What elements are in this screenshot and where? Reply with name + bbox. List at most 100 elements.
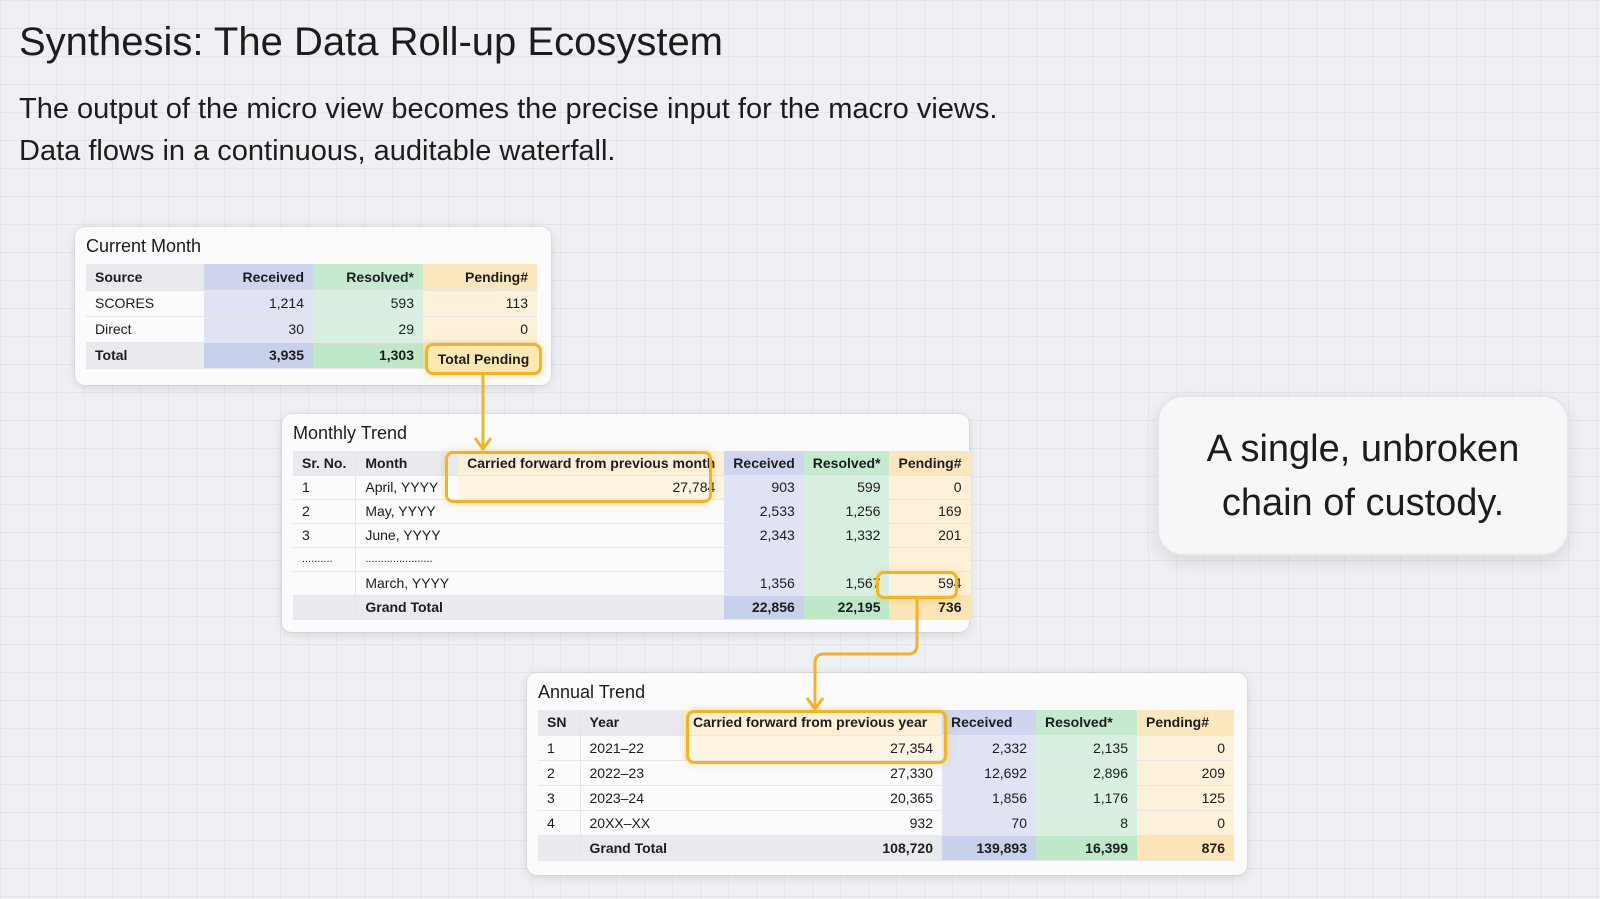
col-header-received: Received — [204, 264, 313, 291]
cell-pending: 594 — [889, 571, 971, 596]
cell-pending: 0 — [1137, 735, 1234, 761]
cell-carried-forward — [458, 571, 725, 596]
cell-received: 1,214 — [204, 290, 313, 317]
cell-month: May, YYYY — [355, 499, 459, 524]
cell-grand-total-label: Grand Total — [355, 595, 459, 620]
cell-sn — [538, 835, 581, 861]
table-row: 1 April, YYYY 27,784 903 599 0 — [293, 475, 971, 500]
cell-sn: 2 — [538, 760, 581, 786]
cell-pending: 113 — [423, 290, 537, 317]
cell-carried-forward: 27,784 — [458, 475, 725, 500]
cell-carried-forward: 932 — [684, 810, 942, 836]
table-row: 4 20XX–XX 932 70 8 0 — [538, 810, 1234, 836]
cell-received — [724, 547, 804, 572]
table-row: 2 2022–23 27,330 12,692 2,896 209 — [538, 760, 1234, 786]
cell-resolved: 2,896 — [1036, 760, 1137, 786]
col-header-carried-forward: Carried forward from previous month — [458, 451, 725, 476]
cell-resolved: 2,135 — [1036, 735, 1137, 761]
col-header-source: Source — [86, 264, 204, 291]
table-row: 2 May, YYYY 2,533 1,256 169 — [293, 499, 971, 524]
table-row: March, YYYY 1,356 1,567 594 — [293, 571, 971, 596]
col-header-pending: Pending# — [889, 451, 971, 476]
cell-pending: 201 — [889, 523, 971, 548]
cell-received: 1,356 — [724, 571, 804, 596]
table-header-row: SN Year Carried forward from previous ye… — [538, 710, 1234, 736]
cell-pending: 169 — [889, 499, 971, 524]
col-header-year: Year — [580, 710, 684, 736]
page-title: Synthesis: The Data Roll-up Ecosystem — [19, 20, 724, 64]
current-month-title: Current Month — [86, 236, 202, 256]
cell-received: 1,856 — [942, 785, 1036, 811]
annual-trend-table: SN Year Carried forward from previous ye… — [538, 710, 1234, 861]
monthly-trend-title: Monthly Trend — [293, 423, 408, 443]
ellipsis-row: .......... ...................... — [293, 547, 971, 572]
cell-month: April, YYYY — [355, 475, 459, 500]
table-header-row: Source Received Resolved* Pending# — [86, 264, 537, 291]
cell-total-pending: 876 — [1137, 835, 1234, 861]
chain-of-custody-callout: A single, unbroken chain of custody. — [1157, 395, 1569, 556]
cell-received: 903 — [724, 475, 804, 500]
total-pending-highlight: Total Pending — [425, 343, 542, 375]
cell-pending: 0 — [1137, 810, 1234, 836]
cell-pending: 125 — [1137, 785, 1234, 811]
cell-sr-no — [293, 595, 357, 620]
cell-year: 2023–24 — [580, 785, 684, 811]
cell-resolved: 599 — [803, 475, 890, 500]
subtitle-line-1: The output of the micro view becomes the… — [19, 93, 998, 125]
col-header-sr-no: Sr. No. — [293, 451, 357, 476]
col-header-received: Received — [942, 710, 1036, 736]
cell-carried-forward — [458, 595, 725, 620]
cell-carried-forward — [458, 499, 725, 524]
cell-month: June, YYYY — [355, 523, 459, 548]
cell-pending — [889, 547, 971, 572]
col-header-month: Month — [355, 451, 459, 476]
subtitle-line-2: Data flows in a continuous, auditable wa… — [19, 135, 616, 167]
cell-carried-forward — [458, 523, 725, 548]
cell-resolved: 8 — [1036, 810, 1137, 836]
cell-total-resolved: 1,303 — [313, 342, 423, 369]
cell-source: SCORES — [86, 290, 204, 317]
cell-carried-forward: 20,365 — [684, 785, 942, 811]
table-row: Direct 30 29 0 — [86, 316, 537, 343]
col-header-pending: Pending# — [423, 264, 537, 291]
cell-pending: 0 — [423, 316, 537, 343]
cell-total-label: Total — [86, 342, 204, 369]
cell-sr-no: 1 — [293, 475, 357, 500]
col-header-resolved: Resolved* — [313, 264, 423, 291]
col-header-resolved: Resolved* — [1036, 710, 1137, 736]
cell-received: 2,533 — [724, 499, 804, 524]
monthly-trend-card: Monthly Trend Sr. No. Month Carried forw… — [282, 414, 971, 632]
cell-carried-forward — [458, 547, 725, 572]
cell-received: 30 — [204, 316, 313, 343]
cell-resolved — [803, 547, 890, 572]
callout-line-2: chain of custody. — [1221, 481, 1505, 524]
cell-carried-forward: 27,354 — [684, 735, 942, 761]
cell-sr-no: 3 — [293, 523, 357, 548]
table-row: SCORES 1,214 593 113 — [86, 290, 537, 317]
col-header-resolved: Resolved* — [803, 451, 890, 476]
col-header-carried-forward: Carried forward from previous year — [684, 710, 942, 736]
cell-resolved: 593 — [313, 290, 423, 317]
page-subtitle: The output of the micro view becomes the… — [19, 88, 1219, 172]
cell-pending: 209 — [1137, 760, 1234, 786]
cell-year: 2022–23 — [580, 760, 684, 786]
cell-received: 2,332 — [942, 735, 1036, 761]
table-header-row: Sr. No. Month Carried forward from previ… — [293, 451, 971, 476]
cell-received: 2,343 — [724, 523, 804, 548]
grand-total-row: Grand Total 108,720 139,893 16,399 876 — [538, 835, 1234, 861]
callout-line-1: A single, unbroken — [1206, 427, 1520, 470]
cell-received: 12,692 — [942, 760, 1036, 786]
col-header-received: Received — [724, 451, 804, 476]
cell-total-pending: 736 — [889, 595, 971, 620]
cell-carried-forward: 27,330 — [684, 760, 942, 786]
cell-sr-no: 2 — [293, 499, 357, 524]
cell-sr-no: .......... — [293, 547, 357, 572]
cell-year: 20XX–XX — [580, 810, 684, 836]
cell-resolved: 1,256 — [803, 499, 890, 524]
cell-month: March, YYYY — [355, 571, 459, 596]
table-row: 3 2023–24 20,365 1,856 1,176 125 — [538, 785, 1234, 811]
cell-total-carried-forward: 108,720 — [684, 835, 942, 861]
cell-total-resolved: 16,399 — [1036, 835, 1137, 861]
cell-sn: 3 — [538, 785, 581, 811]
cell-sn: 1 — [538, 735, 581, 761]
